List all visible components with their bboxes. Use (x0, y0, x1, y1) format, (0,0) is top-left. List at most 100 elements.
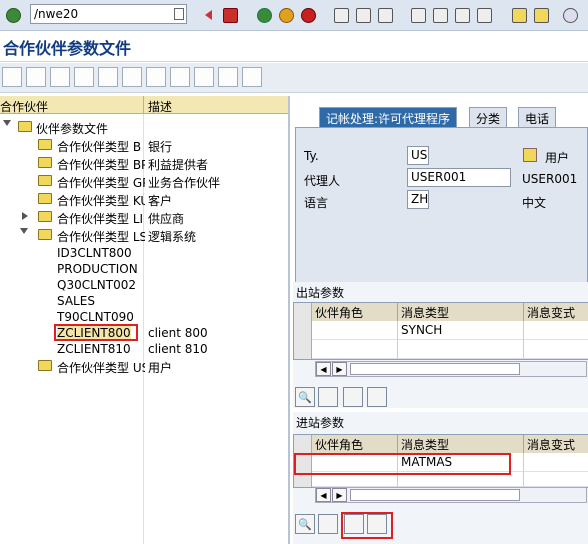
user-icon (523, 148, 537, 162)
help-icon[interactable] (531, 5, 551, 25)
create-icon[interactable] (2, 67, 22, 87)
outbound-title: 出站参数 (296, 286, 345, 300)
column-header[interactable]: 消息变式 (524, 435, 588, 453)
check-icon[interactable] (122, 67, 142, 87)
table-cell[interactable] (524, 321, 588, 340)
table-cell[interactable] (524, 472, 588, 487)
scroll-right-icon[interactable]: ▶ (332, 362, 347, 376)
first-page-icon[interactable] (408, 5, 428, 25)
hierarchy-icon[interactable] (170, 67, 190, 87)
table-cell[interactable] (524, 340, 588, 359)
folder-icon (38, 157, 52, 168)
tree-node-desc: 逻辑系统 (148, 230, 197, 244)
add-entry-icon[interactable] (343, 387, 363, 407)
copy-entry-icon[interactable] (318, 514, 338, 534)
tree-node-label: 伙伴参数文件 (36, 122, 109, 136)
column-header[interactable]: 伙伴角色 (312, 435, 398, 453)
copy-icon[interactable] (74, 67, 94, 87)
scroll-right-icon[interactable]: ▶ (332, 488, 347, 502)
tree-node-b[interactable]: 合作伙伴类型 B 银行 (0, 136, 288, 154)
delete-entry-icon[interactable] (367, 387, 387, 407)
details-icon[interactable]: 🔍 (295, 387, 315, 407)
expand-arrow-icon[interactable] (22, 212, 28, 220)
collapse-arrow-icon[interactable] (20, 228, 28, 234)
other-object-icon[interactable] (146, 67, 166, 87)
ty-label: Ty. (304, 149, 319, 163)
save-icon[interactable] (220, 5, 240, 25)
agent-field[interactable]: USER001 (407, 168, 511, 187)
tree-node-label: 合作伙伴类型 LS (57, 230, 145, 244)
title-bar: 合作伙伴参数文件 (0, 31, 588, 62)
create-session-icon[interactable] (509, 5, 529, 25)
tree-node-root[interactable]: 伙伴参数文件 (0, 118, 288, 136)
tab-posting[interactable]: 记帐处理:许可代理程序 (319, 107, 458, 127)
display-icon[interactable] (50, 67, 70, 87)
enter-icon[interactable] (3, 5, 23, 25)
details-icon[interactable]: 🔍 (295, 514, 315, 534)
find-icon[interactable] (353, 5, 373, 25)
print-icon[interactable] (331, 5, 351, 25)
tree-node-li[interactable]: 合作伙伴类型 LI 供应商 (0, 208, 288, 226)
header-partner: 合作伙伴 (0, 100, 49, 114)
table-cell[interactable] (312, 340, 398, 359)
next-page-icon[interactable] (452, 5, 472, 25)
tree-node-label: 合作伙伴类型 KU (57, 194, 145, 208)
cancel-icon[interactable] (298, 5, 318, 25)
expand-icon[interactable] (218, 67, 238, 87)
scroll-left-icon[interactable]: ◀ (316, 488, 331, 502)
change-icon[interactable] (26, 67, 46, 87)
column-header[interactable]: 消息类型 (398, 435, 524, 453)
tree-leaf[interactable]: ZCLIENT810 client 810 (0, 340, 288, 358)
folder-open-icon (18, 121, 32, 132)
folder-icon (38, 175, 52, 186)
collapse-arrow-icon[interactable] (3, 120, 11, 126)
ty-field[interactable]: US (407, 146, 429, 165)
row-selector-column[interactable] (294, 303, 312, 359)
tree-node-ku[interactable]: 合作伙伴类型 KU 客户 (0, 190, 288, 208)
prev-page-icon[interactable] (430, 5, 450, 25)
tree-node-desc: 供应商 (148, 212, 185, 226)
tab-telephone[interactable]: 电话 (518, 107, 557, 127)
exit-icon[interactable] (276, 5, 296, 25)
collapse-icon[interactable] (242, 67, 262, 87)
tab-classification[interactable]: 分类 (469, 107, 508, 127)
print-list-icon[interactable] (194, 67, 214, 87)
table-cell[interactable] (524, 453, 588, 472)
tree-node-desc: 业务合作伙伴 (148, 176, 221, 190)
column-header[interactable]: 消息类型 (398, 303, 524, 321)
tree-leaf-label: SALES (57, 294, 95, 308)
scroll-left-icon[interactable]: ◀ (316, 362, 331, 376)
tree-leaf-label: Q30CLNT002 (57, 278, 136, 292)
layout-icon[interactable] (560, 5, 580, 25)
last-page-icon[interactable] (474, 5, 494, 25)
copy-entry-icon[interactable] (318, 387, 338, 407)
tree-node-label: 合作伙伴类型 US (57, 361, 145, 375)
back-icon[interactable] (254, 5, 274, 25)
table-cell[interactable] (312, 321, 398, 340)
tree-node-label: 合作伙伴类型 LI (57, 212, 144, 226)
tree-node-desc: 银行 (148, 140, 173, 154)
scroll-thumb[interactable] (350, 363, 520, 375)
tree-node-us[interactable]: 合作伙伴类型 US 用户 (0, 357, 288, 375)
back-arrow-icon[interactable] (198, 5, 218, 25)
ty-desc: 用户 (545, 151, 570, 165)
delete-icon[interactable] (98, 67, 118, 87)
outbound-table: 伙伴角色 消息类型 消息变式 SYNCH (293, 302, 588, 360)
tree-node-bp[interactable]: 合作伙伴类型 BP 利益提供者 (0, 154, 288, 172)
language-field[interactable]: ZH (407, 190, 429, 209)
horizontal-scrollbar[interactable]: ◀ ▶ (315, 361, 587, 377)
dropdown-icon[interactable] (174, 8, 184, 20)
highlight-box (294, 453, 511, 475)
command-field[interactable]: /nwe20 (30, 4, 187, 24)
column-header[interactable]: 消息变式 (524, 303, 588, 321)
tree-node-ls[interactable]: 合作伙伴类型 LS 逻辑系统 (0, 226, 288, 244)
tree-node-desc: client 800 (148, 326, 208, 340)
find-next-icon[interactable] (375, 5, 395, 25)
tree-node-gp[interactable]: 合作伙伴类型 GP 业务合作伙伴 (0, 172, 288, 190)
table-cell[interactable]: SYNCH (398, 321, 524, 340)
command-value: /nwe20 (34, 7, 79, 21)
horizontal-scrollbar[interactable]: ◀ ▶ (315, 487, 587, 503)
table-cell[interactable] (398, 340, 524, 359)
scroll-thumb[interactable] (350, 489, 520, 501)
column-header[interactable]: 伙伴角色 (312, 303, 398, 321)
